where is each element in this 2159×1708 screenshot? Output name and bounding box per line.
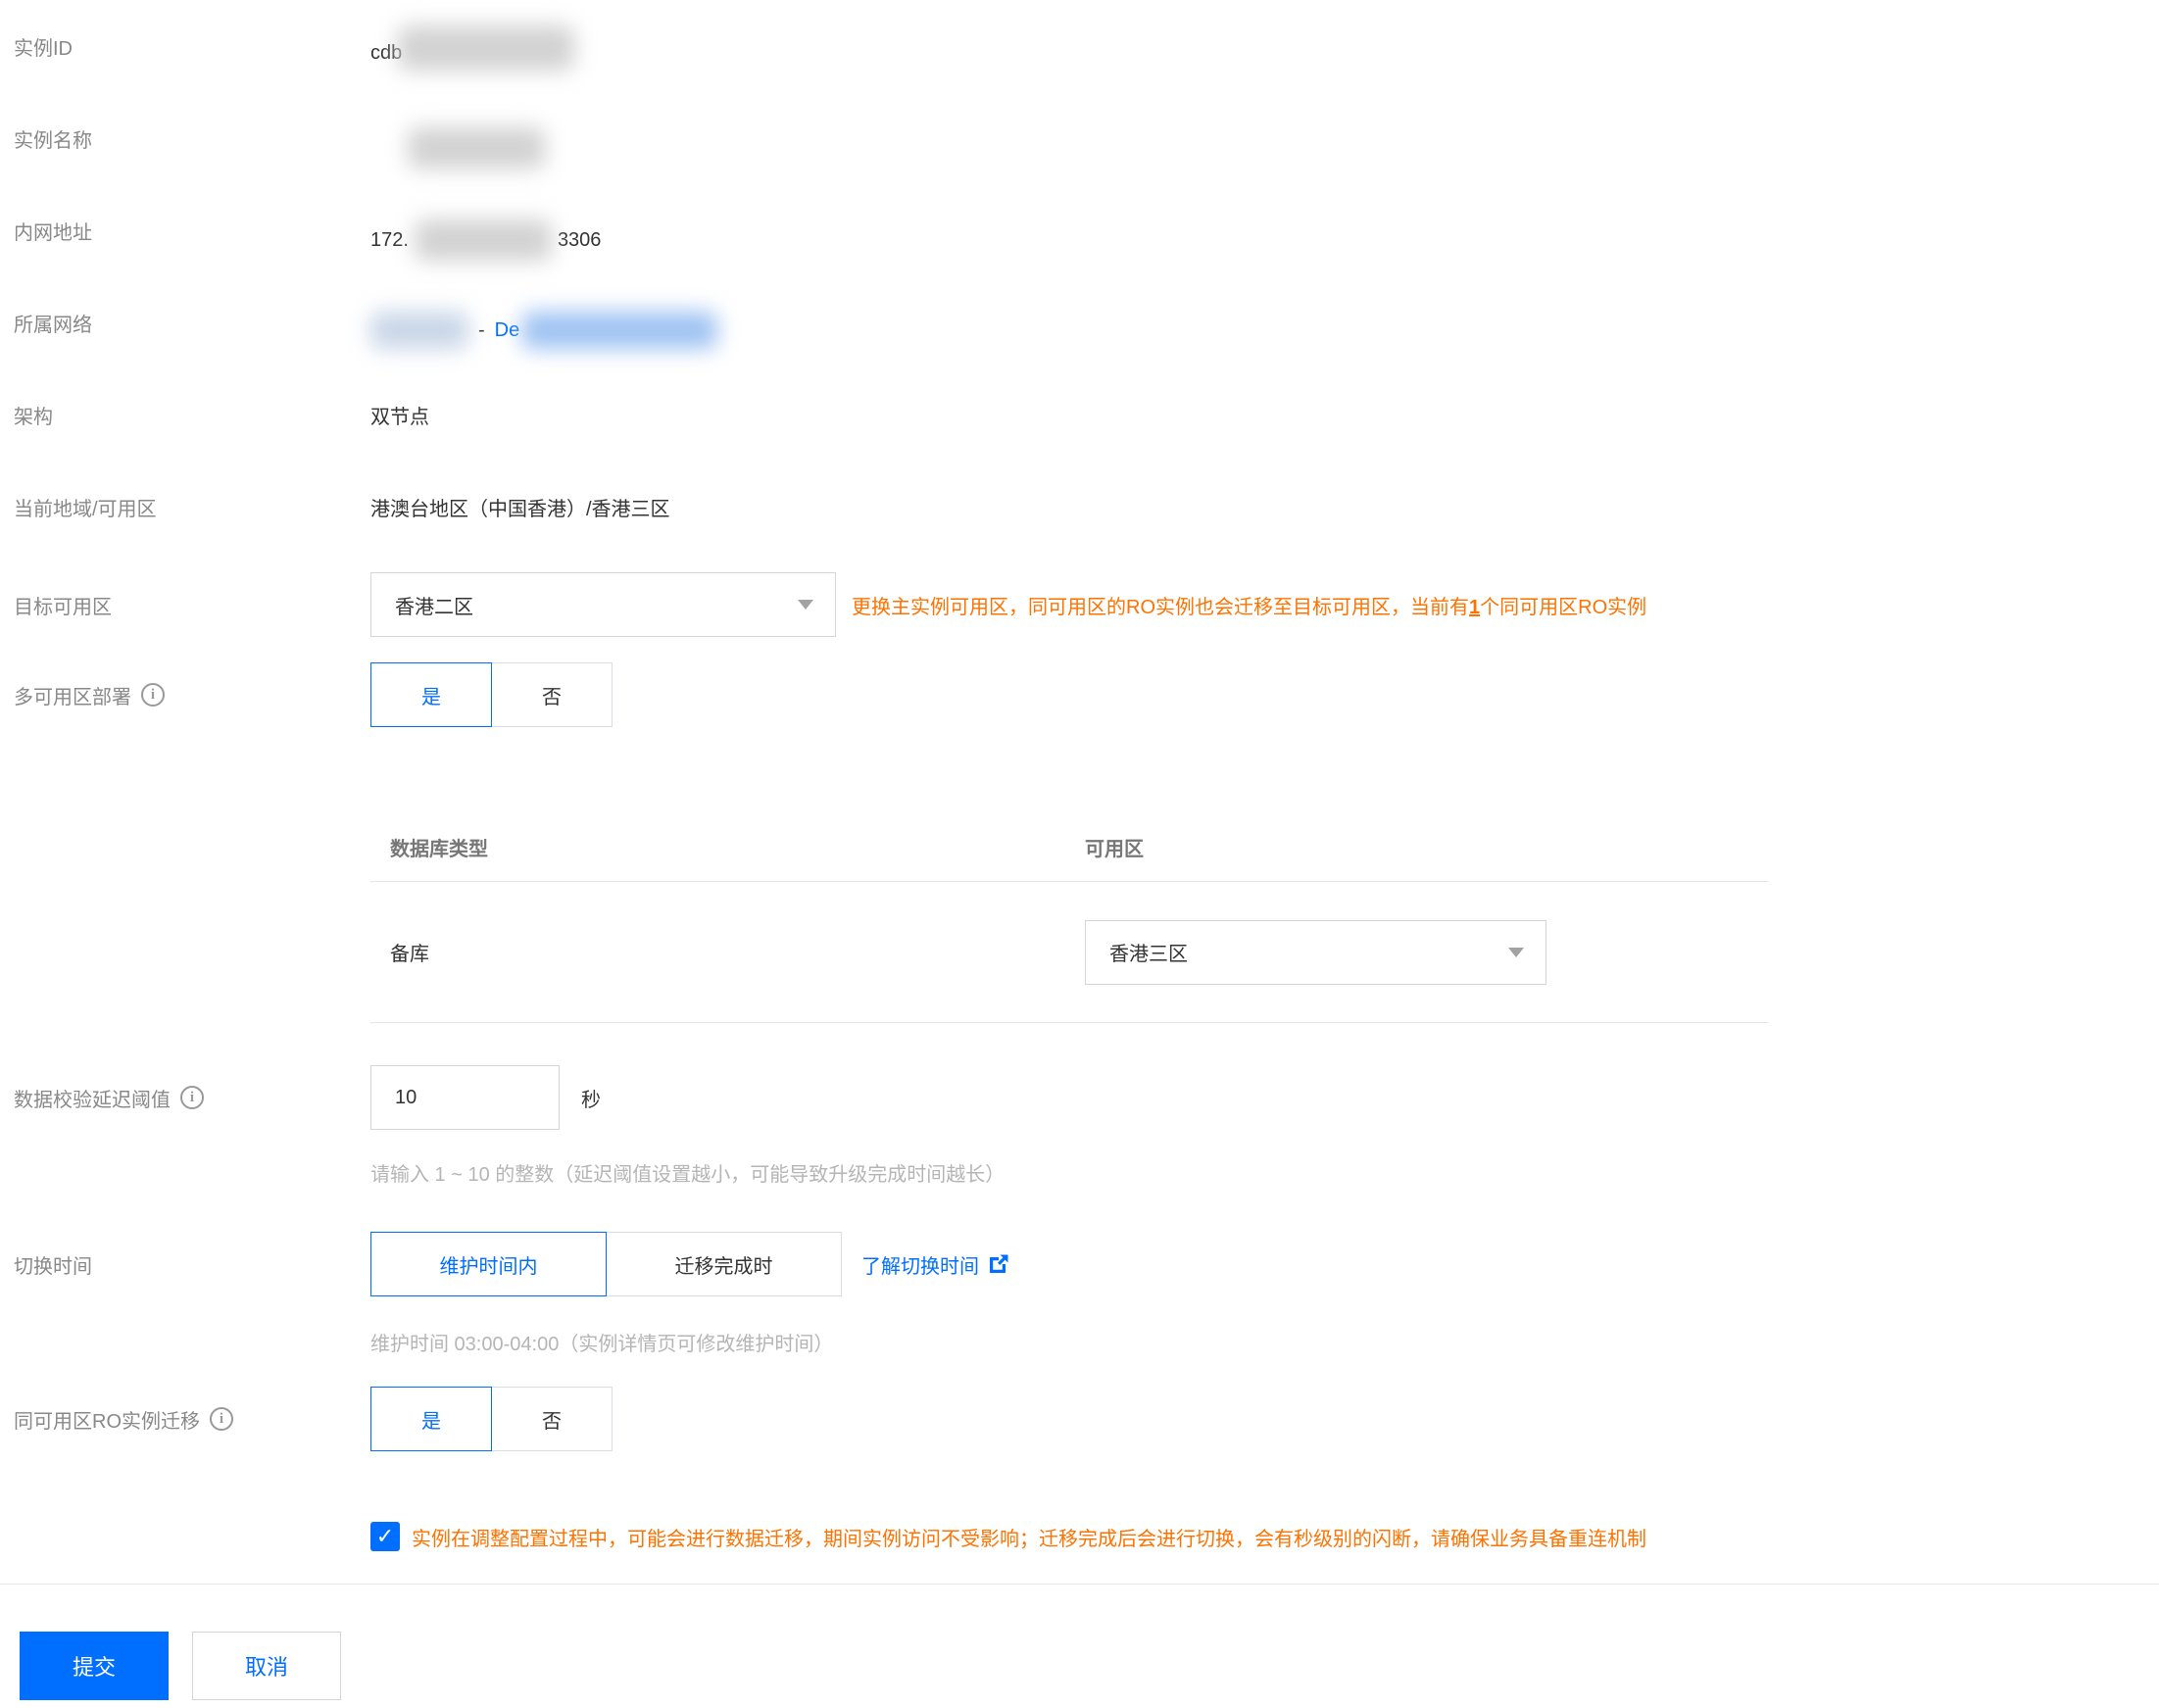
- architecture-label: 架构: [14, 407, 53, 428]
- row-instance-name: 实例名称: [0, 127, 2159, 169]
- ro-migration-toggle: 是 否: [370, 1387, 613, 1451]
- switch-maintenance-button[interactable]: 维护时间内: [370, 1232, 607, 1296]
- info-icon[interactable]: i: [210, 1407, 233, 1431]
- row-multi-zone: 多可用区部署 i 是 否: [0, 662, 2159, 727]
- delay-threshold-unit: 秒: [581, 1089, 601, 1111]
- row-current-region: 当前地域/可用区 港澳台地区（中国香港）/香港三区: [0, 496, 2159, 523]
- table-row: 备库 香港三区: [370, 882, 1769, 1023]
- target-zone-selected: 香港二区: [395, 596, 473, 618]
- redacted-blob: [414, 220, 552, 261]
- notice-checkbox[interactable]: ✓: [370, 1522, 400, 1551]
- instance-name-label: 实例名称: [14, 130, 92, 152]
- info-icon[interactable]: i: [141, 683, 165, 707]
- warning-text-after: 个同可用区RO实例: [1480, 596, 1647, 618]
- current-region-value: 港澳台地区（中国香港）/香港三区: [370, 499, 670, 520]
- multi-zone-no-button[interactable]: 否: [491, 662, 613, 727]
- zone-table: 数据库类型 可用区 备库 香港三区: [370, 813, 1769, 1023]
- ro-migration-label: 同可用区RO实例迁移: [14, 1410, 200, 1433]
- ro-migration-no-button[interactable]: 否: [491, 1387, 613, 1451]
- delay-threshold-input[interactable]: [370, 1065, 560, 1130]
- footer-divider: [0, 1584, 2159, 1585]
- standby-zone-selected: 香港三区: [1109, 944, 1188, 965]
- private-address-port: 3306: [557, 229, 602, 251]
- delay-threshold-label: 数据校验延迟阈值: [14, 1089, 171, 1111]
- multi-zone-toggle: 是 否: [370, 662, 613, 727]
- architecture-value: 双节点: [370, 407, 429, 428]
- redacted-blob: [398, 25, 575, 71]
- redacted-blob: [370, 312, 468, 349]
- switch-time-label: 切换时间: [14, 1255, 92, 1278]
- target-zone-select[interactable]: 香港二区: [370, 572, 836, 637]
- column-header-db-type: 数据库类型: [390, 839, 488, 860]
- private-address-label: 内网地址: [14, 222, 92, 244]
- row-delay-threshold: 数据校验延迟阈值 i 秒: [0, 1065, 2159, 1130]
- instance-id-label: 实例ID: [14, 38, 73, 60]
- delay-threshold-hint: 请输入 1 ~ 10 的整数（延迟阈值设置越小，可能导致升级完成时间越长）: [370, 1164, 1006, 1186]
- current-region-label: 当前地域/可用区: [14, 499, 157, 520]
- multi-zone-yes-button[interactable]: 是: [370, 662, 492, 727]
- row-architecture: 架构 双节点: [0, 404, 2159, 431]
- warning-count: 1: [1469, 596, 1481, 618]
- maintenance-window-hint: 维护时间 03:00-04:00（实例详情页可修改维护时间）: [370, 1334, 834, 1355]
- migration-notice-text: 实例在调整配置过程中，可能会进行数据迁移，期间实例访问不受影响；迁移完成后会进行…: [412, 1528, 1646, 1550]
- switch-time-doc-link[interactable]: 了解切换时间: [861, 1250, 1010, 1279]
- row-instance-id: 实例ID cdb: [0, 25, 2159, 71]
- target-zone-label: 目标可用区: [14, 596, 112, 618]
- row-private-address: 内网地址 172. 3306: [0, 220, 2159, 261]
- row-migration-notice: ✓ 实例在调整配置过程中，可能会进行数据迁移，期间实例访问不受影响；迁移完成后会…: [370, 1517, 2159, 1556]
- warning-text-before: 更换主实例可用区，同可用区的RO实例也会迁移至目标可用区，当前有: [852, 596, 1469, 618]
- standby-zone-select[interactable]: 香港三区: [1085, 919, 1546, 985]
- switch-time-doc-link-label: 了解切换时间: [861, 1255, 979, 1278]
- chevron-down-icon: [1508, 947, 1524, 957]
- info-icon[interactable]: i: [180, 1086, 204, 1109]
- network-separator: -: [478, 319, 485, 341]
- ro-migration-yes-button[interactable]: 是: [370, 1387, 492, 1451]
- submit-button[interactable]: 提交: [20, 1632, 169, 1700]
- column-header-zone: 可用区: [1085, 839, 1144, 860]
- zone-migration-form: 实例ID cdb 实例名称 内网地址 172. 3306 所属网络 - De 架…: [0, 0, 2159, 1700]
- switch-time-toggle: 维护时间内 迁移完成时: [370, 1232, 842, 1296]
- redacted-blob: [521, 312, 718, 349]
- target-zone-warning: 更换主实例可用区，同可用区的RO实例也会迁移至目标可用区，当前有1个同可用区RO…: [852, 591, 1646, 619]
- row-ro-migration: 同可用区RO实例迁移 i 是 否: [0, 1387, 2159, 1451]
- network-link[interactable]: De: [495, 317, 520, 344]
- network-label: 所属网络: [14, 315, 92, 336]
- multi-zone-label: 多可用区部署: [14, 686, 131, 708]
- row-switch-time: 切换时间 维护时间内 迁移完成时 了解切换时间: [0, 1232, 2159, 1296]
- db-type-cell: 备库: [390, 944, 429, 965]
- external-link-icon: [990, 1254, 1008, 1273]
- row-network: 所属网络 - De: [0, 312, 2159, 349]
- zone-table-header: 数据库类型 可用区: [370, 813, 1769, 882]
- cancel-button[interactable]: 取消: [192, 1632, 341, 1700]
- chevron-down-icon: [798, 600, 813, 610]
- row-target-zone: 目标可用区 香港二区 更换主实例可用区，同可用区的RO实例也会迁移至目标可用区，…: [0, 572, 2159, 637]
- redacted-blob: [408, 127, 545, 169]
- footer-actions: 提交 取消: [20, 1632, 2159, 1700]
- switch-on-complete-button[interactable]: 迁移完成时: [606, 1232, 842, 1296]
- private-address-prefix: 172.: [370, 229, 409, 251]
